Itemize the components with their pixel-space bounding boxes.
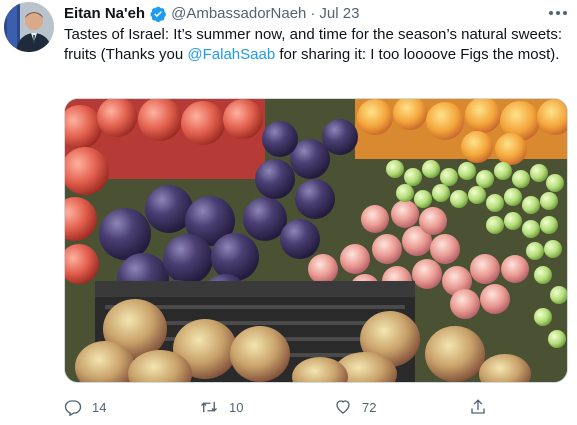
share-button[interactable] [469, 395, 487, 419]
tweet-card[interactable]: Eitan Na'eh @AmbassadorNaeh · Jul 23 Tas… [0, 0, 577, 425]
reply-count: 14 [92, 399, 107, 415]
tweet-media[interactable] [64, 98, 568, 383]
verified-badge-icon [149, 5, 167, 23]
profile-photo-icon [4, 2, 54, 52]
more-options-button[interactable] [547, 4, 569, 22]
display-name[interactable]: Eitan Na'eh [64, 4, 145, 24]
more-dots-icon [549, 11, 567, 15]
mention-link[interactable]: @FalahSaab [187, 46, 275, 63]
avatar[interactable] [4, 2, 54, 52]
tweet-actions: 14 10 72 [64, 395, 504, 419]
like-button[interactable]: 72 [334, 395, 376, 419]
tweet-text-part2: for sharing it: I too loooove Figs the m… [275, 46, 560, 63]
share-icon [471, 399, 485, 414]
tweet-text: Tastes of Israel: It’s summer now, and t… [64, 25, 569, 65]
tweet-header: Eitan Na'eh @AmbassadorNaeh · Jul 23 [64, 4, 359, 24]
like-count: 72 [362, 399, 377, 415]
fruit-photo-icon [65, 99, 567, 382]
heart-icon [336, 400, 350, 414]
reply-icon [64, 400, 82, 416]
retweet-icon [201, 401, 217, 413]
header-separator: · [310, 5, 316, 22]
author-handle[interactable]: @AmbassadorNaeh [171, 4, 306, 24]
retweet-count: 10 [229, 399, 244, 415]
reply-button[interactable]: 14 [64, 395, 106, 419]
tweet-date[interactable]: Jul 23 [319, 4, 359, 24]
retweet-button[interactable]: 10 [199, 395, 243, 419]
